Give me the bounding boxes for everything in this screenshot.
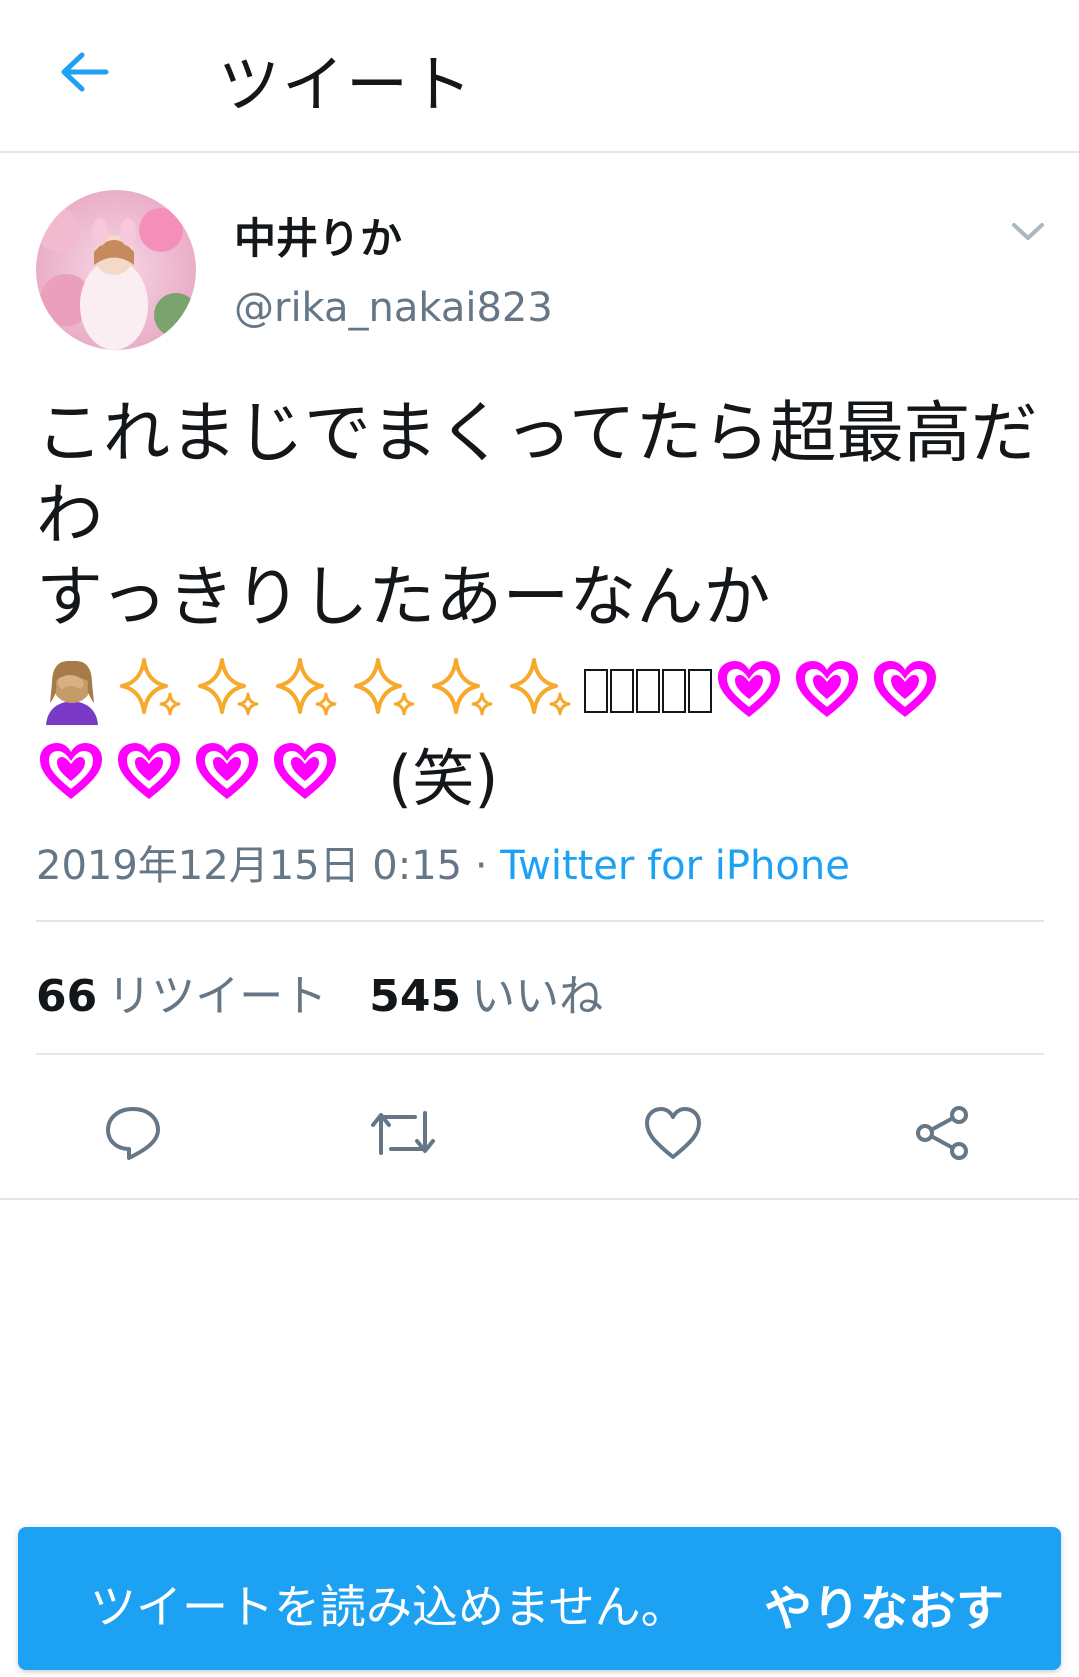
sparkles-emoji <box>272 654 342 728</box>
toast-message: ツイートを読み込めません。 <box>90 1580 687 1634</box>
missing-glyph <box>662 669 686 713</box>
reply-button[interactable] <box>98 1098 168 1168</box>
retweets-count: 66 <box>36 971 98 1022</box>
sparkling-heart-emoji <box>792 657 862 725</box>
likes-label: いいね <box>471 971 604 1022</box>
more-options-button[interactable] <box>1008 216 1048 248</box>
emoji-row: (笑) <box>36 732 1046 815</box>
tweet-meta: 2019年12月15日 0:15 · Twitter for iPhone <box>36 833 850 891</box>
sparkles-emoji <box>506 654 576 728</box>
meta-separator: · <box>462 843 501 889</box>
tweet-emoji-block: (笑) <box>36 650 1046 820</box>
sparkling-heart-emoji <box>36 739 106 807</box>
error-toast: ツイートを読み込めません。 やりなおす <box>18 1527 1061 1670</box>
reply-icon <box>106 1107 160 1160</box>
share-icon <box>916 1106 968 1160</box>
laugh-text: (笑) <box>388 742 499 815</box>
sparkles-emoji <box>194 654 264 728</box>
sparkles-emoji <box>116 654 186 728</box>
missing-glyph <box>636 669 660 713</box>
back-button[interactable] <box>52 42 116 102</box>
sparkling-heart-emoji <box>870 657 940 725</box>
heart-icon <box>645 1107 701 1159</box>
share-button[interactable] <box>908 1098 978 1168</box>
likes-stat[interactable]: 545 いいね <box>369 971 603 1022</box>
tweet-line: わ <box>36 476 103 554</box>
divider <box>36 1053 1044 1055</box>
divider <box>36 920 1044 922</box>
avatar[interactable] <box>36 190 196 350</box>
facepalm-emoji <box>36 653 108 729</box>
sparkling-heart-emoji <box>270 739 340 807</box>
arrow-left-icon <box>61 52 109 92</box>
like-button[interactable] <box>638 1098 708 1168</box>
sparkling-heart-emoji <box>114 739 184 807</box>
sparkles-emoji <box>428 654 498 728</box>
chevron-down-icon <box>1012 223 1044 240</box>
app-header: ツイート <box>0 0 1079 153</box>
tweet-line: すっきりしたあーなんか <box>36 558 771 636</box>
tweet-source-link[interactable]: Twitter for iPhone <box>500 843 850 889</box>
tweet-actions <box>0 1098 1079 1168</box>
retry-button[interactable]: やりなおす <box>764 1569 1004 1639</box>
missing-glyph <box>610 669 634 713</box>
retweet-icon <box>371 1111 435 1155</box>
tweet-line: これまじでまくってたら超最高だ <box>36 394 1038 472</box>
user-display-name[interactable]: 中井りか <box>234 205 402 266</box>
sparkling-heart-emoji <box>714 657 784 725</box>
retweets-stat[interactable]: 66 リツイート <box>36 971 327 1022</box>
tweet-stats: 66 リツイート 545 いいね <box>36 960 603 1024</box>
divider <box>0 1198 1079 1200</box>
tweet-text: これまじでまくってたら超最高だ わ すっきりしたあーなんか <box>36 392 1046 638</box>
sparkling-heart-emoji <box>192 739 262 807</box>
retweet-button[interactable] <box>368 1098 438 1168</box>
retweets-label: リツイート <box>107 971 328 1022</box>
likes-count: 545 <box>369 971 462 1022</box>
tweet-timestamp[interactable]: 2019年12月15日 0:15 <box>36 843 462 889</box>
sparkles-emoji <box>350 654 420 728</box>
user-handle[interactable]: @rika_nakai823 <box>234 285 553 331</box>
page-title: ツイート <box>218 48 475 121</box>
emoji-row <box>36 650 1046 732</box>
missing-glyph <box>688 669 712 713</box>
missing-glyph <box>584 669 608 713</box>
